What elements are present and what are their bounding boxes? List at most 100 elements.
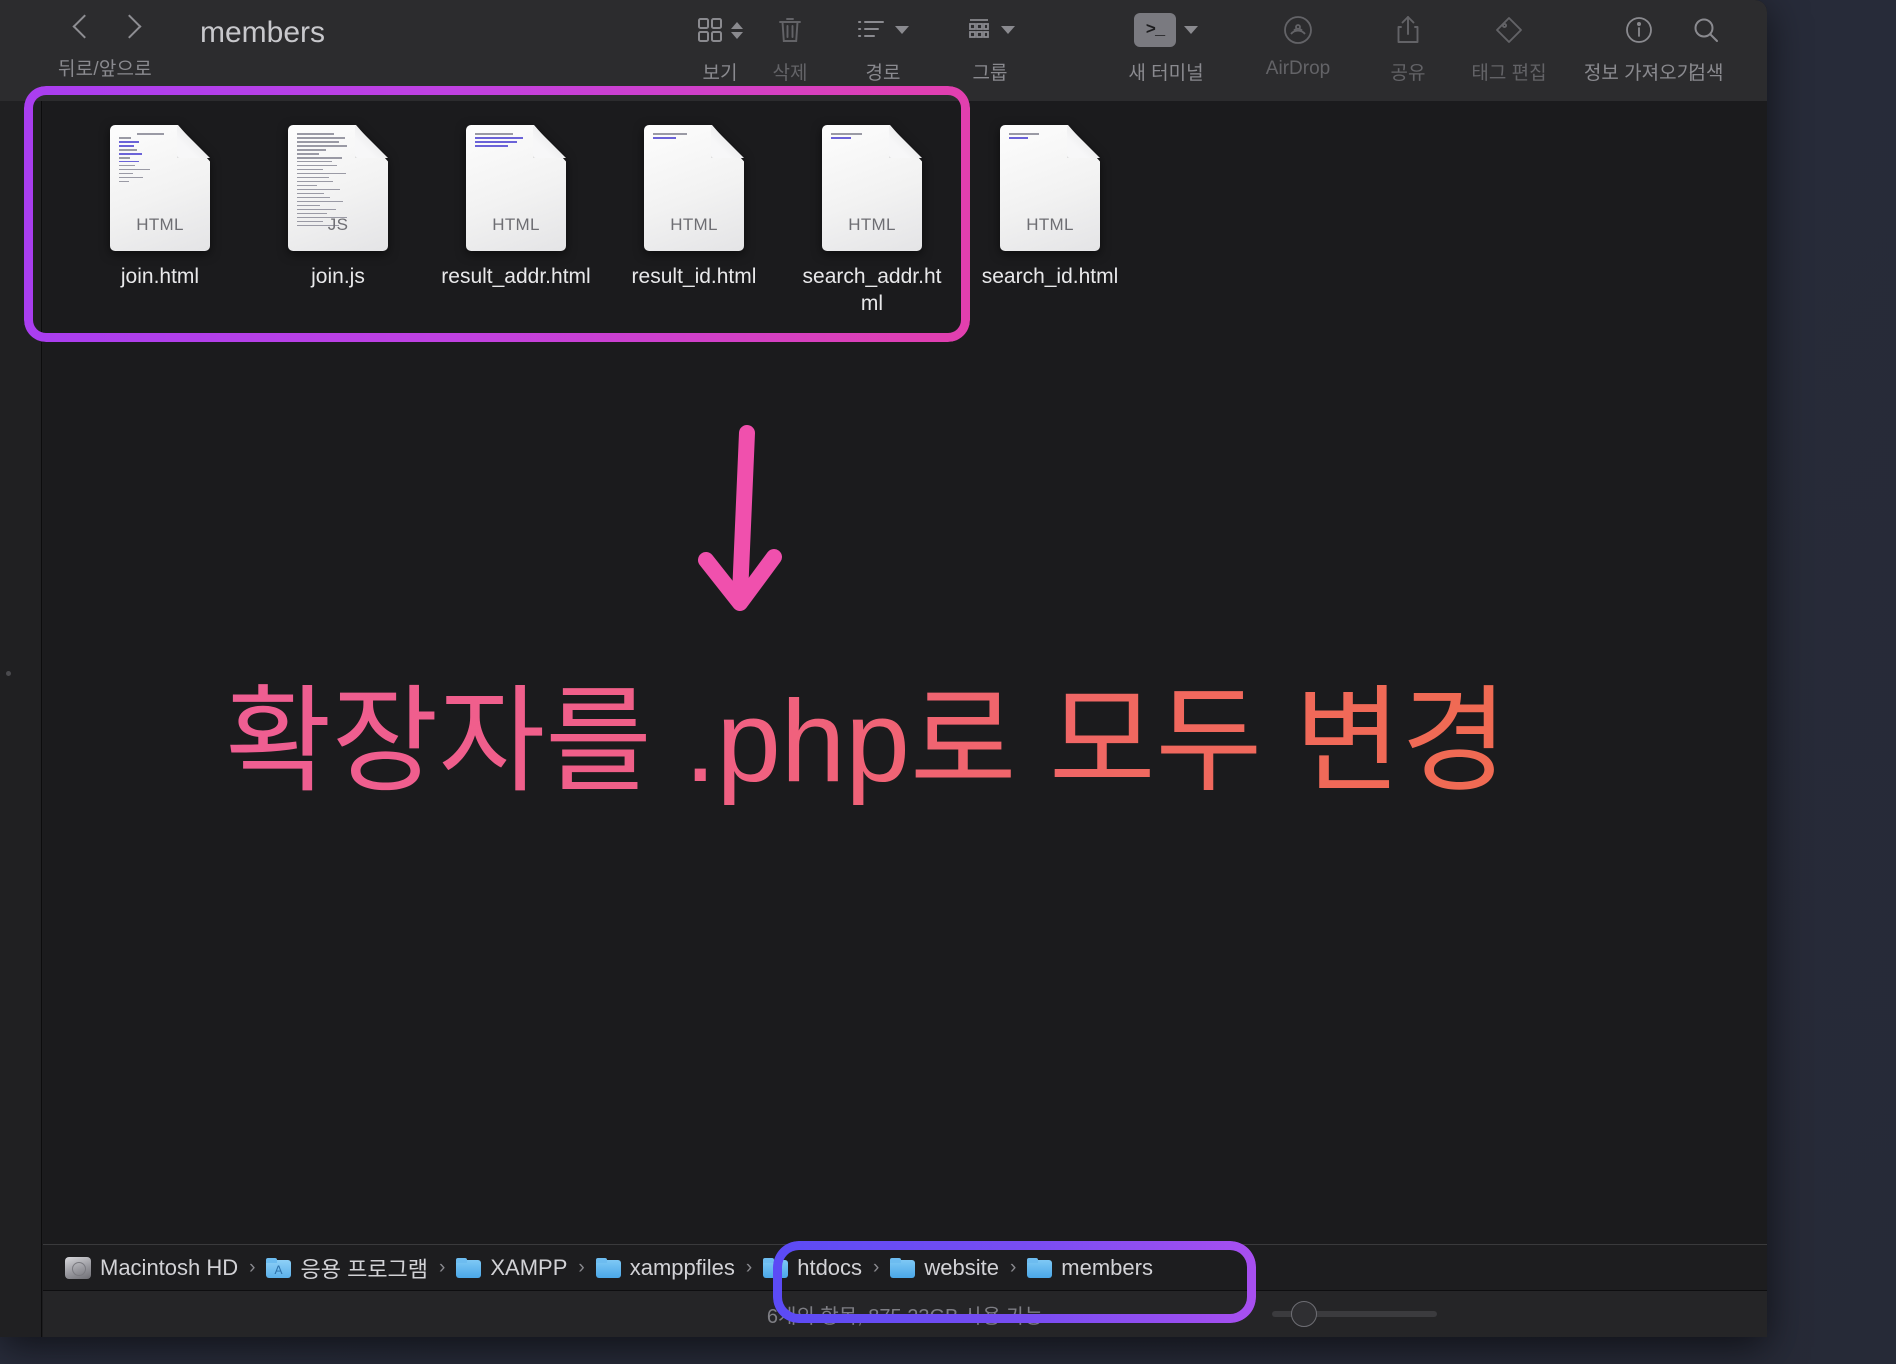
document-preview	[831, 133, 899, 143]
document-preview	[1009, 133, 1077, 143]
js-document-icon: JS	[288, 125, 388, 251]
folder-icon	[1027, 1257, 1053, 1278]
breadcrumb-item-htdocs[interactable]: htdocs	[763, 1255, 862, 1281]
grid-view-icon	[697, 17, 723, 43]
breadcrumb-item-members[interactable]: members	[1027, 1255, 1153, 1281]
breadcrumb-label: htdocs	[797, 1254, 863, 1280]
file-item[interactable]: HTML search_id.html	[961, 125, 1139, 318]
toolbar-label-search: 검색	[1688, 63, 1724, 84]
breadcrumb-item-xamppfiles[interactable]: xamppfiles	[595, 1254, 735, 1281]
breadcrumb-label: website	[924, 1254, 999, 1280]
file-kind-label: HTML	[670, 215, 718, 234]
breadcrumb-label: XAMPP	[490, 1254, 568, 1280]
html-document-icon: HTML	[110, 125, 210, 251]
folder-icon	[456, 1257, 482, 1278]
toolbar-item-search[interactable]: 검색	[1658, 8, 1754, 85]
chevron-down-icon[interactable]	[1001, 26, 1015, 34]
breadcrumb-separator: ›	[1009, 1256, 1017, 1278]
file-item[interactable]: HTML join.html	[71, 125, 249, 318]
path-list-icon	[857, 18, 887, 42]
document-preview	[475, 133, 543, 155]
breadcrumb-item-macintosh-hd[interactable]: Macintosh HD	[65, 1255, 238, 1281]
breadcrumb-separator: ›	[249, 1256, 256, 1278]
breadcrumb-item-applications[interactable]: A 응용 프로그램	[266, 1252, 428, 1284]
window-title: members	[200, 16, 326, 49]
file-name: join.html	[120, 265, 200, 288]
group-icon	[965, 17, 993, 43]
applications-folder-icon: A	[266, 1257, 292, 1278]
chevron-down-icon[interactable]	[1184, 26, 1198, 34]
file-item[interactable]: HTML result_id.html	[605, 125, 783, 318]
file-kind-label: HTML	[492, 215, 540, 234]
file-kind-label: JS	[327, 215, 349, 234]
finder-window: 뒤로/앞으로 members 보기 삭제 경로 그룹 >_ 새 터미널 AirD…	[0, 0, 1767, 1337]
back-icon[interactable]	[72, 12, 94, 46]
breadcrumb-item-xampp[interactable]: XAMPP	[456, 1255, 567, 1281]
html-document-icon: HTML	[466, 125, 566, 251]
file-name: result_addr.html	[441, 265, 591, 288]
folder-icon	[763, 1257, 789, 1278]
airdrop-icon	[1283, 15, 1313, 45]
file-name: search_id.html	[981, 265, 1119, 288]
navigation-buttons[interactable]	[72, 12, 142, 46]
tag-icon	[1495, 16, 1523, 44]
document-preview	[653, 133, 721, 143]
info-icon	[1625, 16, 1653, 44]
toolbar-label-share: 공유	[1390, 63, 1426, 84]
toolbar-label-group: 그룹	[972, 63, 1008, 84]
harddisk-icon	[65, 1256, 91, 1279]
trash-icon	[777, 15, 803, 45]
annotation-callout-text: 확장자를 .php로 모두 변경	[225, 672, 1508, 811]
toolbar-item-group[interactable]: 그룹	[936, 8, 1044, 85]
file-name: search_addr.html	[802, 265, 942, 316]
annotation-down-arrow	[690, 425, 790, 630]
file-item[interactable]: JS join.js	[249, 125, 427, 318]
file-name: join.js	[311, 265, 365, 288]
breadcrumb-label: members	[1061, 1254, 1153, 1280]
finder-toolbar: 뒤로/앞으로 members 보기 삭제 경로 그룹 >_ 새 터미널 AirD…	[0, 0, 1767, 101]
breadcrumb-separator: ›	[439, 1256, 446, 1278]
icon-size-slider[interactable]	[1272, 1301, 1437, 1327]
toolbar-item-edit-tags[interactable]: 태그 편집	[1444, 8, 1574, 85]
toolbar-label-edit-tags: 태그 편집	[1471, 63, 1547, 84]
slider-handle[interactable]	[1291, 1301, 1317, 1327]
file-item[interactable]: HTML result_addr.html	[427, 125, 605, 318]
screen: 뒤로/앞으로 members 보기 삭제 경로 그룹 >_ 새 터미널 AirD…	[0, 0, 1896, 1364]
folder-icon	[595, 1257, 621, 1278]
terminal-icon: >_	[1134, 13, 1176, 47]
breadcrumb-label: Macintosh HD	[100, 1254, 239, 1280]
document-preview	[119, 133, 187, 185]
html-document-icon: HTML	[822, 125, 922, 251]
file-kind-label: HTML	[848, 215, 896, 234]
sidebar[interactable]	[0, 101, 42, 1337]
file-kind-label: HTML	[1026, 215, 1074, 234]
breadcrumb-separator: ›	[873, 1256, 880, 1278]
toolbar-item-new-terminal[interactable]: >_ 새 터미널	[1096, 8, 1236, 85]
folder-icon	[890, 1257, 916, 1278]
breadcrumb-separator: ›	[745, 1256, 753, 1278]
html-document-icon: HTML	[644, 125, 744, 251]
status-bar: 6개의 항목, 875.23GB 사용 가능	[43, 1290, 1767, 1337]
chevron-down-icon[interactable]	[895, 26, 909, 34]
search-icon	[1692, 16, 1720, 44]
file-kind-label: HTML	[136, 215, 184, 234]
breadcrumb-item-website[interactable]: website	[890, 1255, 999, 1281]
file-name: result_id.html	[631, 265, 757, 288]
document-preview	[297, 133, 369, 227]
breadcrumb-label: 응용 프로그램	[300, 1256, 429, 1282]
toolbar-item-share[interactable]: 공유	[1360, 8, 1456, 85]
breadcrumb-label: xamppfiles	[629, 1254, 735, 1280]
file-item[interactable]: HTML search_addr.html	[783, 125, 961, 318]
status-text: 6개의 항목, 875.23GB 사용 가능	[766, 1305, 1044, 1328]
toolbar-item-delete[interactable]: 삭제	[742, 8, 838, 85]
breadcrumb-separator: ›	[578, 1256, 585, 1278]
toolbar-item-path[interactable]: 경로	[828, 8, 938, 85]
toolbar-item-airdrop[interactable]: AirDrop	[1238, 8, 1358, 80]
path-breadcrumb-bar[interactable]: Macintosh HD › A 응용 프로그램 › XAMPP › xampp…	[43, 1244, 1767, 1290]
forward-icon[interactable]	[120, 12, 142, 46]
navigation-label: 뒤로/앞으로	[58, 59, 152, 80]
html-document-icon: HTML	[1000, 125, 1100, 251]
toolbar-label-airdrop: AirDrop	[1265, 58, 1331, 79]
sidebar-indicator	[6, 671, 11, 676]
toolbar-label-delete: 삭제	[772, 63, 808, 84]
